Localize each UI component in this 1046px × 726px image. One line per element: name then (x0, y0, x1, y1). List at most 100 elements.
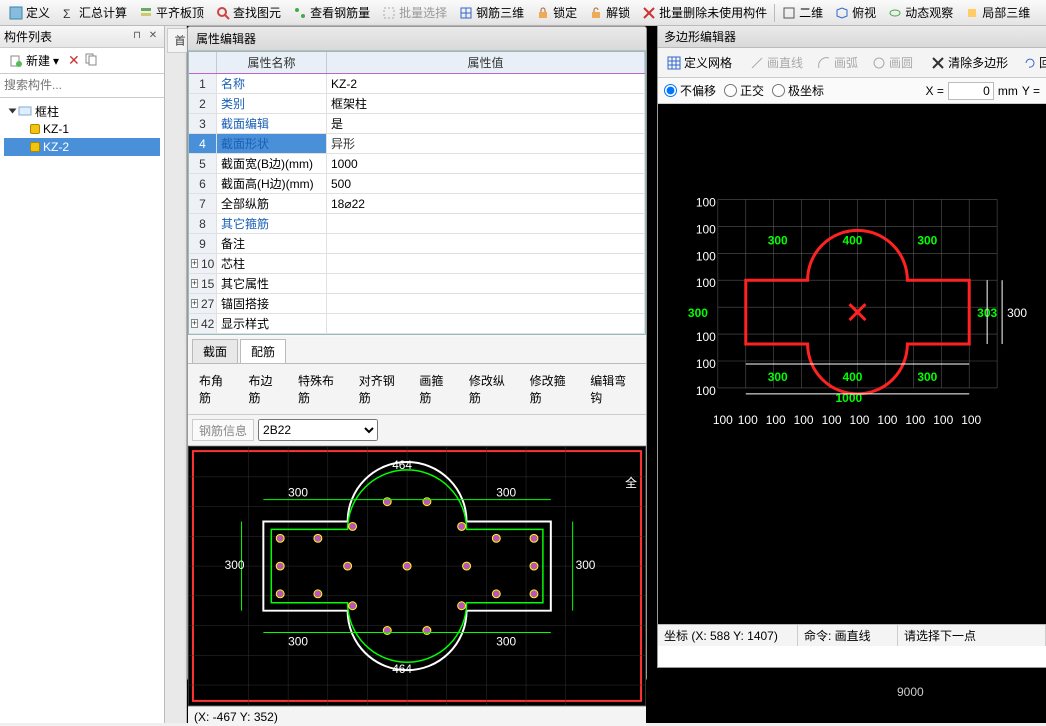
property-row[interactable]: 3截面编辑是 (189, 114, 645, 134)
svg-text:100: 100 (696, 330, 716, 344)
cfg-button[interactable]: 修改纵筋 (462, 368, 521, 410)
property-row[interactable]: +42显示样式 (189, 314, 645, 334)
sigma-icon: Σ (62, 6, 76, 20)
define-button[interactable]: 定义 (4, 1, 55, 24)
polygon-editor-title: 多边形编辑器 (658, 26, 1046, 48)
undo-icon (1022, 56, 1036, 70)
x-label: X = (926, 84, 944, 98)
define-icon (9, 6, 23, 20)
mode-ortho[interactable]: 正交 (724, 82, 764, 99)
rebar-info-select[interactable]: 2B22 (258, 419, 378, 441)
arc-icon (817, 56, 831, 70)
property-row[interactable]: 9备注 (189, 234, 645, 254)
tab-rebar[interactable]: 配筋 (240, 339, 286, 363)
svg-text:100: 100 (696, 357, 716, 371)
delete-icon[interactable]: ✕ (68, 52, 80, 69)
property-row[interactable]: +27锚固搭接 (189, 294, 645, 314)
dim-label: 464 (392, 662, 412, 676)
header-property-value: 属性值 (327, 52, 645, 73)
batch-delete-button[interactable]: 批量删除未使用构件 (637, 1, 772, 24)
copy-icon[interactable] (84, 52, 98, 69)
property-row[interactable]: 4截面形状异形 (189, 134, 645, 154)
mode-no-offset[interactable]: 不偏移 (664, 82, 716, 99)
cfg-button[interactable]: 布角筋 (192, 368, 240, 410)
status-coord: 坐标 (X: 588 Y: 1407) (658, 625, 798, 646)
property-row[interactable]: 6截面高(H边)(mm)500 (189, 174, 645, 194)
dim-label: 300 (917, 233, 937, 247)
lock-icon (536, 6, 550, 20)
canvas-status: (X: -467 Y: 352) (188, 706, 646, 726)
property-row[interactable]: 5截面宽(B边)(mm)1000 (189, 154, 645, 174)
component-list-panel: 构件列表 ⊓ ✕ 新建 ▾ ✕ 框柱 KZ-1 KZ-2 (0, 26, 165, 723)
draw-line-button[interactable]: 画直线 (745, 51, 808, 74)
rebar-icon (293, 6, 307, 20)
perspective-button[interactable]: 俯视 (830, 1, 881, 24)
tree-root-framecolumn[interactable]: 框柱 (4, 102, 160, 120)
component-list-header: 构件列表 ⊓ ✕ (0, 26, 164, 48)
clear-icon (931, 56, 945, 70)
2d-button[interactable]: 二维 (777, 1, 828, 24)
svg-text:100: 100 (905, 413, 925, 427)
cfg-button[interactable]: 修改箍筋 (523, 368, 582, 410)
draw-circle-button[interactable]: 画圆 (867, 51, 918, 74)
property-row[interactable]: +15其它属性 (189, 274, 645, 294)
close-icon[interactable]: ✕ (146, 30, 160, 44)
tree-item-kz1[interactable]: KZ-1 (4, 120, 160, 138)
dim-label: 300 (688, 306, 708, 320)
check-rebar-button[interactable]: 查看钢筋量 (288, 1, 375, 24)
undo-button[interactable]: 回退 (1017, 51, 1046, 74)
search-input[interactable] (0, 74, 164, 96)
property-editor-panel: 属性编辑器 属性名称 属性值 1名称KZ-22类别框架柱3截面编辑是4截面形状异… (187, 26, 647, 681)
property-row[interactable]: 8其它箍筋 (189, 214, 645, 234)
unlock-button[interactable]: 解锁 (584, 1, 635, 24)
polygon-canvas[interactable]: 100100100100100100100 100100100100100100… (658, 104, 1046, 624)
dim-label: 300 (768, 233, 788, 247)
pin-icon[interactable]: ⊓ (130, 30, 144, 44)
dim-label: 400 (843, 370, 863, 384)
rebar-3d-button[interactable]: 钢筋三维 (454, 1, 529, 24)
header-property-name: 属性名称 (217, 52, 327, 73)
component-icon (30, 124, 40, 134)
x-input[interactable] (948, 82, 994, 100)
cfg-button[interactable]: 布边筋 (242, 368, 290, 410)
local-3d-button[interactable]: 局部三维 (960, 1, 1035, 24)
component-icon (30, 142, 40, 152)
unlock-icon (589, 6, 603, 20)
2d-icon (782, 6, 796, 20)
section-canvas[interactable]: 464 300 300 300 300 300 300 464 全 (188, 446, 646, 706)
property-row[interactable]: +10芯柱 (189, 254, 645, 274)
align-top-button[interactable]: 平齐板顶 (134, 1, 209, 24)
property-grid: 属性名称 属性值 1名称KZ-22类别框架柱3截面编辑是4截面形状异形5截面宽(… (188, 51, 646, 335)
cfg-button[interactable]: 对齐钢筋 (352, 368, 411, 410)
tree-item-kz2[interactable]: KZ-2 (4, 138, 160, 156)
dim-label: 300 (496, 486, 516, 500)
grid-3d-icon (459, 6, 473, 20)
section-tabs: 截面 配筋 (188, 337, 646, 364)
circle-icon (872, 56, 886, 70)
chevron-down-icon: ▾ (53, 54, 59, 68)
new-button[interactable]: 新建 ▾ (4, 50, 64, 71)
define-grid-button[interactable]: 定义网格 (662, 51, 737, 74)
cfg-button[interactable]: 特殊布筋 (291, 368, 350, 410)
polygon-editor-panel: 多边形编辑器 定义网格 画直线 画弧 画圆 清除多边形 回退 不偏移 正交 极坐… (657, 26, 1046, 668)
cfg-button[interactable]: 编辑弯钩 (583, 368, 642, 410)
grid-icon (667, 56, 681, 70)
clear-polygon-button[interactable]: 清除多边形 (926, 51, 1013, 74)
dynamic-observe-button[interactable]: 动态观察 (883, 1, 958, 24)
local-3d-icon (965, 6, 979, 20)
svg-text:100: 100 (850, 413, 870, 427)
batch-select-button[interactable]: 批量选择 (377, 1, 452, 24)
svg-text:100: 100 (766, 413, 786, 427)
sum-button[interactable]: Σ汇总计算 (57, 1, 132, 24)
find-button[interactable]: 查找图元 (211, 1, 286, 24)
polygon-toolbar: 定义网格 画直线 画弧 画圆 清除多边形 回退 (658, 48, 1046, 78)
lock-button[interactable]: 锁定 (531, 1, 582, 24)
tab-section[interactable]: 截面 (192, 339, 238, 363)
draw-arc-button[interactable]: 画弧 (812, 51, 863, 74)
dim-label: 300 (496, 634, 516, 648)
property-row[interactable]: 1名称KZ-2 (189, 74, 645, 94)
property-row[interactable]: 2类别框架柱 (189, 94, 645, 114)
property-row[interactable]: 7全部纵筋18⌀22 (189, 194, 645, 214)
mode-polar[interactable]: 极坐标 (772, 82, 824, 99)
cfg-button[interactable]: 画箍筋 (412, 368, 460, 410)
